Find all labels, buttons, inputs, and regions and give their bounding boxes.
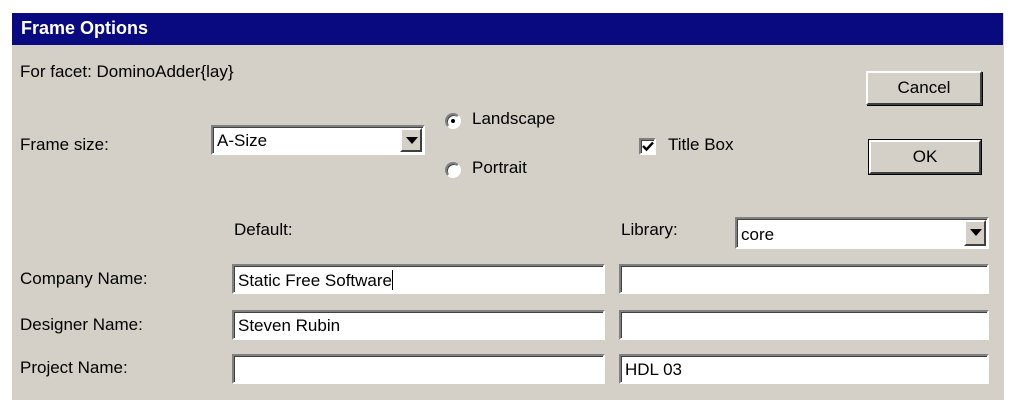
library-value: core: [741, 225, 775, 244]
project-name-library-field[interactable]: HDL 03: [619, 354, 989, 384]
library-column-label: Library:: [621, 220, 678, 239]
title-box-checkbox[interactable]: [639, 138, 656, 155]
frame-size-value: A-Size: [217, 131, 268, 150]
frame-options-dialog: Frame Options For facet: DominoAdder{lay…: [11, 12, 1004, 400]
dialog-title: Frame Options: [21, 18, 149, 38]
project-name-label: Project Name:: [20, 358, 128, 377]
checkmark-icon: [642, 141, 654, 152]
project-name-library-value: HDL 03: [625, 360, 683, 379]
landscape-radio[interactable]: [445, 113, 461, 129]
chevron-down-icon[interactable]: [964, 220, 986, 246]
frame-size-label: Frame size:: [20, 135, 109, 154]
facet-label: For facet: DominoAdder{lay}: [20, 62, 234, 81]
designer-name-library-field[interactable]: [619, 310, 989, 340]
company-name-default-value: Static Free Software: [238, 270, 394, 290]
title-box-label[interactable]: Title Box: [668, 135, 734, 155]
landscape-label[interactable]: Landscape: [472, 109, 555, 129]
designer-name-default-field[interactable]: Steven Rubin: [232, 310, 605, 340]
frame-size-dropdown[interactable]: A-Size: [211, 125, 425, 155]
chevron-down-icon[interactable]: [400, 128, 422, 152]
title-bar[interactable]: Frame Options: [12, 13, 1003, 45]
portrait-label[interactable]: Portrait: [472, 158, 527, 178]
ok-button[interactable]: OK: [868, 139, 982, 175]
company-name-library-field[interactable]: [619, 264, 989, 294]
designer-name-label: Designer Name:: [20, 315, 143, 334]
library-dropdown[interactable]: core: [735, 217, 989, 249]
company-name-label: Company Name:: [20, 269, 148, 288]
portrait-radio[interactable]: [445, 162, 461, 178]
designer-name-default-value: Steven Rubin: [238, 316, 341, 335]
default-column-label: Default:: [234, 220, 293, 239]
text-caret: [392, 270, 394, 290]
project-name-default-field[interactable]: [232, 354, 605, 384]
cancel-button[interactable]: Cancel: [866, 71, 982, 105]
company-name-default-field[interactable]: Static Free Software: [232, 264, 605, 294]
